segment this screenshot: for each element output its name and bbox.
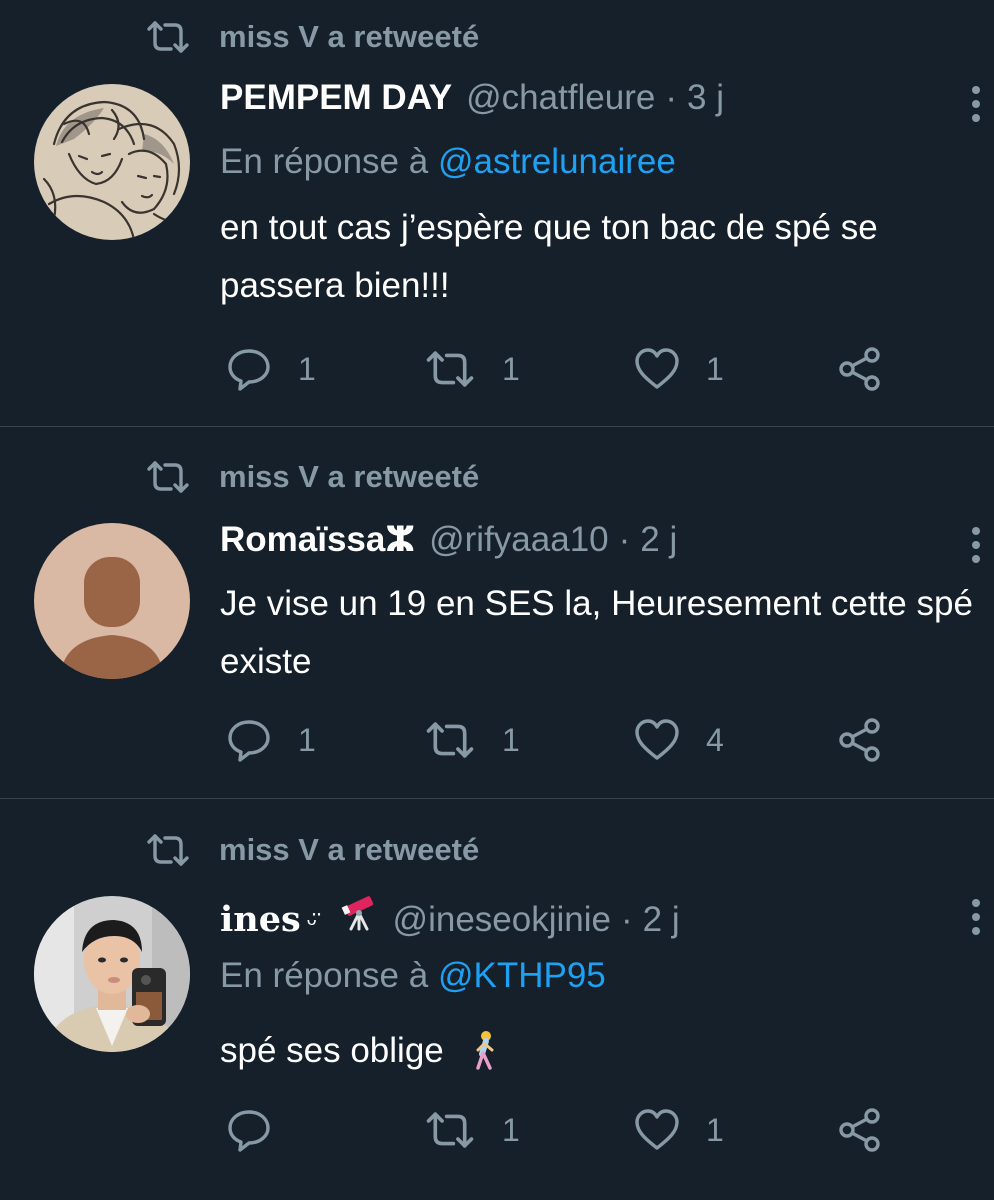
author-handle[interactable]: @ineseokjinie bbox=[393, 900, 611, 940]
avatar[interactable] bbox=[34, 523, 190, 679]
share-icon bbox=[836, 347, 884, 391]
tweet-actions: 1 1 4 bbox=[226, 715, 926, 765]
meta-separator: · bbox=[620, 900, 633, 939]
tweet-header: PEMPEM DAY @chatfleure · 3 j bbox=[220, 78, 724, 128]
tweet-text: spé ses oblige bbox=[220, 1031, 444, 1070]
reply-prefix: En réponse à bbox=[220, 142, 429, 181]
reply-mention-link[interactable]: @astrelunairee bbox=[438, 142, 676, 181]
heart-icon bbox=[634, 347, 680, 391]
tweet-time[interactable]: 2 j bbox=[643, 900, 680, 940]
reply-prefix: En réponse à bbox=[220, 956, 429, 995]
heart-icon bbox=[634, 1108, 680, 1152]
tweet-actions: 1 1 1 bbox=[226, 344, 926, 394]
reply-context: En réponse à @KTHP95 bbox=[220, 956, 606, 996]
avatar[interactable] bbox=[34, 84, 190, 240]
like-button[interactable]: 1 bbox=[634, 1105, 724, 1155]
share-icon bbox=[836, 1108, 884, 1152]
retweet-button[interactable]: 1 bbox=[424, 344, 520, 394]
reply-icon bbox=[226, 1108, 272, 1152]
meta-separator: · bbox=[618, 520, 631, 559]
tweet-text: en tout cas j’espère que ton bac de spé … bbox=[220, 208, 878, 305]
author-handle[interactable]: @chatfleure bbox=[466, 78, 655, 118]
like-count: 1 bbox=[706, 350, 724, 387]
tweet-header: ines ᵕ̈ @ineseokjinie · 2 j bbox=[220, 891, 680, 941]
tweet-text-block: spé ses oblige bbox=[220, 1022, 980, 1080]
tweet-header: Romaïssaⵣ @rifyaaa10 · 2 j bbox=[220, 520, 677, 570]
default-person-avatar-icon bbox=[34, 523, 190, 679]
tweet-text: Je vise un 19 en SES la, Heuresement cet… bbox=[220, 584, 973, 681]
reply-mention-link[interactable]: @KTHP95 bbox=[438, 956, 606, 995]
share-button[interactable] bbox=[836, 1105, 884, 1155]
reply-button[interactable]: 1 bbox=[226, 344, 316, 394]
reply-icon bbox=[226, 718, 272, 762]
like-count: 1 bbox=[706, 1111, 724, 1148]
author-handle[interactable]: @rifyaaa10 bbox=[429, 520, 609, 560]
reply-count: 1 bbox=[298, 350, 316, 387]
retweet-icon bbox=[424, 349, 476, 389]
retweet-button[interactable]: 1 bbox=[424, 715, 520, 765]
retweet-icon bbox=[145, 20, 191, 54]
retweet-icon bbox=[145, 460, 191, 494]
more-options-icon[interactable] bbox=[966, 897, 986, 937]
share-icon bbox=[836, 718, 884, 762]
retweet-count: 1 bbox=[502, 721, 520, 758]
heart-icon bbox=[634, 718, 680, 762]
timeline-feed: miss V a retweeté PEMPEM DAY @chatfleure… bbox=[0, 0, 994, 1200]
retweet-count: 1 bbox=[502, 1111, 520, 1148]
retweet-context[interactable]: miss V a retweeté bbox=[145, 828, 479, 872]
retweet-icon bbox=[424, 1110, 476, 1150]
retweet-button[interactable]: 1 bbox=[424, 1105, 520, 1155]
telescope-emoji-icon bbox=[339, 891, 379, 931]
retweet-count: 1 bbox=[502, 350, 520, 387]
person-walking-emoji-icon bbox=[468, 1030, 504, 1070]
tweet-time[interactable]: 2 j bbox=[640, 520, 677, 560]
retweet-context-label: miss V a retweeté bbox=[219, 459, 480, 494]
more-options-icon[interactable] bbox=[966, 84, 986, 124]
name-decoration: ᵕ̈ bbox=[306, 907, 317, 937]
reply-button[interactable]: 1 bbox=[226, 715, 316, 765]
retweet-context-label: miss V a retweeté bbox=[219, 832, 480, 867]
tweet[interactable]: miss V a retweeté Romaïssaⵣ @rifyaaa10 ·… bbox=[0, 427, 994, 798]
photo-avatar-icon bbox=[34, 896, 190, 1052]
share-button[interactable] bbox=[836, 344, 884, 394]
tweet[interactable]: miss V a retweeté PEMPEM DAY @chatfleure… bbox=[0, 0, 994, 426]
more-options-icon[interactable] bbox=[966, 525, 986, 565]
retweet-context-label: miss V a retweeté bbox=[219, 19, 480, 54]
share-button[interactable] bbox=[836, 715, 884, 765]
like-button[interactable]: 1 bbox=[634, 344, 724, 394]
author-name[interactable]: ines bbox=[220, 899, 301, 940]
reply-icon bbox=[226, 347, 272, 391]
like-count: 4 bbox=[706, 721, 724, 758]
tweet[interactable]: miss V a retweeté ines ᵕ̈ @ineseokjinie … bbox=[0, 799, 994, 1200]
retweet-context[interactable]: miss V a retweeté bbox=[145, 455, 479, 499]
retweet-icon bbox=[145, 833, 191, 867]
sketch-drawing-avatar-icon bbox=[34, 84, 190, 240]
author-name[interactable]: PEMPEM DAY bbox=[220, 78, 452, 118]
retweet-context[interactable]: miss V a retweeté bbox=[145, 15, 479, 59]
avatar[interactable] bbox=[34, 896, 190, 1052]
author-name[interactable]: Romaïssaⵣ bbox=[220, 520, 415, 560]
reply-button[interactable] bbox=[226, 1105, 298, 1155]
reply-count: 1 bbox=[298, 721, 316, 758]
tweet-time[interactable]: 3 j bbox=[687, 78, 724, 118]
tweet-actions: 1 1 bbox=[226, 1105, 926, 1155]
meta-separator: · bbox=[665, 78, 678, 117]
like-button[interactable]: 4 bbox=[634, 715, 724, 765]
retweet-icon bbox=[424, 720, 476, 760]
reply-context: En réponse à @astrelunairee bbox=[220, 142, 676, 182]
